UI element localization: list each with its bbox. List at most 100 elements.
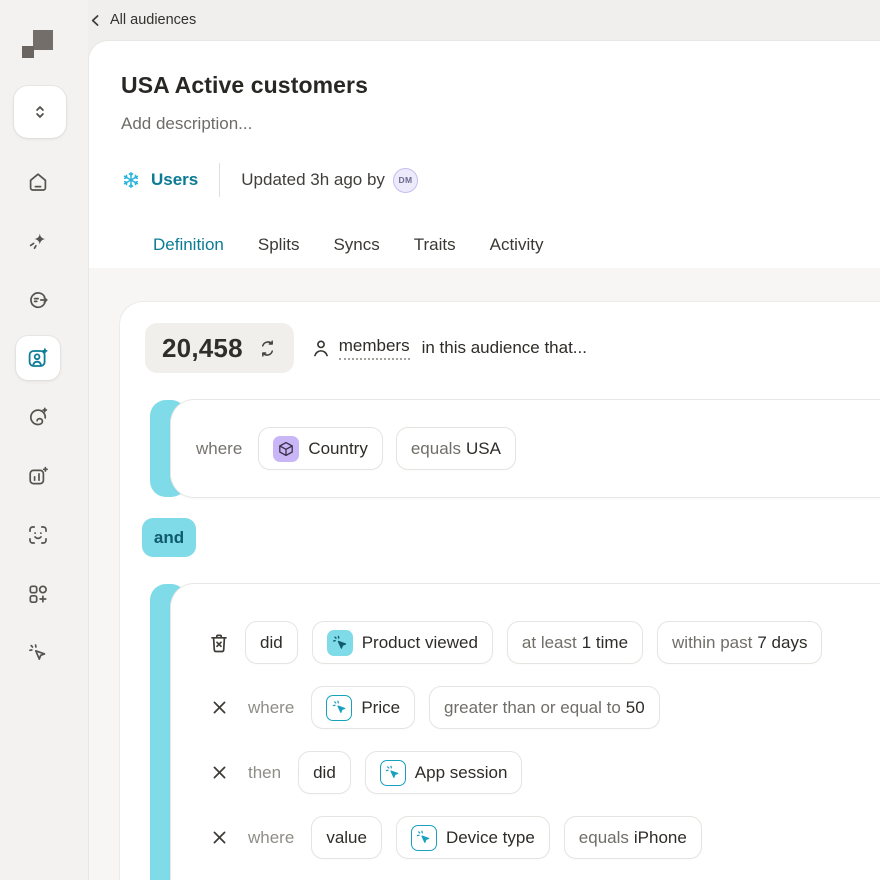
refresh-button[interactable]: [258, 339, 277, 358]
main-area: All audiences USA Active customers Add d…: [88, 0, 880, 880]
verb-button-did[interactable]: did: [245, 621, 298, 664]
meta-row: Users Updated 3h ago by DM: [121, 163, 880, 197]
property-label: Price: [361, 697, 401, 717]
event-button-app-session[interactable]: App session: [364, 751, 523, 794]
condition-row-where-price: where Price greater than or equal to 50: [207, 686, 880, 729]
condition-group-1: where Country equals USA: [150, 399, 880, 498]
event-cursor-icon: [417, 830, 430, 843]
condition-card: did Product viewed at least 1 time withi…: [170, 583, 880, 880]
event-chip: [326, 629, 353, 656]
sidebar-item-face-id[interactable]: [26, 523, 50, 547]
tab-syncs[interactable]: Syncs: [333, 235, 379, 272]
group-operator-pill[interactable]: and: [142, 518, 196, 557]
avatar[interactable]: DM: [392, 167, 418, 193]
updated-text: Updated 3h ago by: [241, 170, 385, 189]
frequency-prefix: at least: [521, 632, 577, 652]
app-logo-icon[interactable]: [0, 0, 88, 60]
tab-splits[interactable]: Splits: [258, 235, 300, 272]
breadcrumb-label: All audiences: [110, 12, 197, 28]
condition-row-then: then did App session: [207, 751, 880, 794]
delete-condition-button[interactable]: [207, 631, 231, 655]
event-label: Product viewed: [361, 632, 478, 652]
chevron-left-icon: [91, 14, 99, 26]
journeys-icon: [30, 292, 48, 309]
remove-condition-button[interactable]: [207, 697, 231, 718]
operator-value: 50: [625, 697, 645, 717]
connective-then: then: [248, 762, 282, 782]
tab-activity[interactable]: Activity: [490, 235, 544, 272]
engage-icon: [29, 407, 48, 426]
window-prefix: within past: [672, 632, 753, 652]
property-button-device-type[interactable]: Device type: [395, 816, 550, 859]
frequency-value: 1 time: [581, 632, 629, 652]
verb-button-did[interactable]: did: [298, 751, 351, 794]
sidebar-item-journeys[interactable]: [26, 288, 50, 312]
property-button-price[interactable]: Price: [311, 686, 416, 729]
entity-type-link[interactable]: Users: [121, 170, 198, 190]
breadcrumb-back[interactable]: All audiences: [88, 0, 196, 40]
event-property-chip: [326, 694, 353, 721]
workspace-switcher-button[interactable]: [14, 86, 66, 138]
cursor-sparkle-icon: [29, 644, 46, 660]
trash-icon: [211, 633, 227, 652]
event-button-product-viewed[interactable]: Product viewed: [311, 621, 493, 664]
property-label: Device type: [445, 827, 535, 847]
page-title: USA Active customers: [121, 72, 368, 98]
event-cursor-icon: [386, 765, 399, 778]
condition-card: where Country equals USA: [170, 399, 880, 498]
logo-square-small: [22, 46, 34, 58]
event-cursor-icon: [332, 635, 346, 649]
condition-group-2: did Product viewed at least 1 time withi…: [150, 583, 880, 880]
connective-where: where: [196, 438, 243, 458]
analytics-icon: [29, 466, 48, 485]
remove-condition-button[interactable]: [207, 827, 231, 848]
tab-traits[interactable]: Traits: [414, 235, 456, 272]
property-label: Country: [308, 438, 368, 458]
operator-button-gte-50[interactable]: greater than or equal to 50: [429, 686, 660, 729]
sidebar-item-home[interactable]: [26, 170, 50, 194]
description-placeholder[interactable]: Add description...: [121, 114, 880, 134]
sidebar-item-audiences[interactable]: [26, 346, 50, 370]
time-window-button[interactable]: within past 7 days: [657, 621, 823, 664]
property-button-country[interactable]: Country: [258, 427, 383, 470]
sidebar-item-analytics[interactable]: [26, 464, 50, 488]
x-icon: [213, 831, 225, 844]
frequency-button[interactable]: at least 1 time: [506, 621, 644, 664]
x-icon: [213, 701, 225, 714]
audiences-icon: [28, 348, 48, 367]
remove-condition-button[interactable]: [207, 762, 231, 783]
home-icon: [29, 173, 47, 191]
members-sentence: members in this audience that...: [311, 336, 587, 360]
member-count: 20,458: [162, 332, 243, 363]
meta-divider: [219, 163, 221, 197]
operator-value: iPhone: [633, 827, 687, 847]
sidebar-item-catalog[interactable]: [26, 582, 50, 606]
sidebar-item-engage[interactable]: [26, 405, 50, 429]
definition-card: 20,458 members in this audience that... …: [119, 301, 880, 880]
value-button[interactable]: value: [311, 816, 382, 859]
event-cursor-icon: [332, 700, 346, 713]
condition-row-event: did Product viewed at least 1 time withi…: [207, 621, 880, 664]
tab-bar: Definition Splits Syncs Traits Activity: [121, 235, 880, 272]
sidebar-item-ai-assist[interactable]: [26, 229, 50, 253]
operator-prefix: greater than or equal to: [444, 697, 621, 717]
definition-panel: 20,458 members in this audience that... …: [89, 268, 880, 880]
sidebar-item-activation[interactable]: [26, 641, 50, 665]
entity-type-label: Users: [151, 170, 199, 189]
connective-where: where: [248, 827, 295, 847]
sparkle-icon: [29, 233, 46, 250]
operator-prefix: equals: [578, 827, 629, 847]
sidebar: [0, 0, 88, 880]
tab-definition[interactable]: Definition: [153, 235, 224, 272]
audience-card: USA Active customers Add description... …: [88, 40, 880, 880]
connective-where: where: [248, 697, 295, 717]
operator-button-equals-iphone[interactable]: equals iPhone: [563, 816, 702, 859]
operator-value: USA: [465, 438, 501, 458]
members-link[interactable]: members: [338, 336, 410, 360]
operator-button-equals-usa[interactable]: equals USA: [395, 427, 516, 470]
window-value: 7 days: [757, 632, 808, 652]
face-scan-icon: [29, 526, 47, 544]
person-icon: [313, 340, 328, 357]
cube-icon: [279, 441, 294, 456]
snowflake-icon: [122, 171, 140, 189]
